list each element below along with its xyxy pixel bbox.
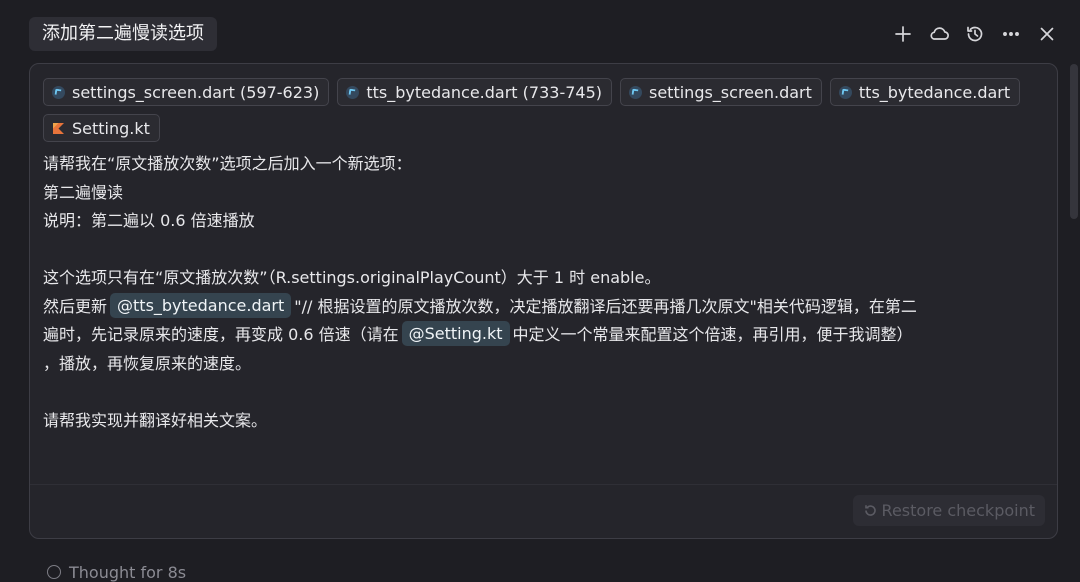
thought-indicator[interactable]: Thought for 8s bbox=[47, 562, 186, 582]
text-segment: "// 根据设置的原文播放次数，决定播放翻译后还要再播几次原文"相关代码逻辑，在… bbox=[294, 296, 917, 316]
dart-icon bbox=[629, 85, 642, 99]
close-icon[interactable] bbox=[1036, 21, 1058, 47]
kotlin-icon bbox=[53, 122, 64, 134]
chat-title[interactable]: 添加第二遍慢读选项 bbox=[29, 17, 217, 51]
dart-icon bbox=[838, 85, 852, 99]
dart-icon bbox=[52, 85, 65, 99]
text-segment: 遍时，先记录原来的速度，再变成 0.6 倍速（请在 bbox=[43, 325, 399, 344]
chip-label: tts_bytedance.dart bbox=[858, 82, 1011, 102]
message-line: 第二遍慢读 bbox=[43, 182, 124, 202]
restore-label: Restore checkpoint bbox=[881, 501, 1035, 520]
context-chip[interactable]: tts_bytedance.dart (733-745) bbox=[337, 78, 612, 106]
restore-icon bbox=[864, 505, 876, 516]
message-line: 请帮我在“原文播放次数”选项之后加入一个新选项： bbox=[43, 154, 412, 173]
restore-checkpoint-button[interactable]: Restore checkpoint bbox=[852, 495, 1045, 526]
chip-label: settings_screen.dart bbox=[649, 82, 812, 102]
chip-label: Setting.kt bbox=[72, 118, 150, 138]
new-chat-icon[interactable] bbox=[892, 21, 914, 47]
text-segment: 中定义一个常量来配置这个倍速，再引用，便于我调整） bbox=[512, 325, 913, 344]
user-message-card[interactable]: settings_screen.dart (597-623) tts_byted… bbox=[29, 63, 1058, 539]
context-chips: settings_screen.dart (597-623) tts_byted… bbox=[43, 78, 1053, 142]
file-mention[interactable]: @tts_bytedance.dart bbox=[110, 292, 292, 318]
chip-label: tts_bytedance.dart (733-745) bbox=[366, 82, 602, 102]
more-icon[interactable] bbox=[1000, 21, 1022, 47]
text-segment: 然后更新 bbox=[43, 296, 108, 316]
message-line: ，播放，再恢复原来的速度。 bbox=[43, 353, 252, 373]
file-mention[interactable]: @Setting.kt bbox=[401, 321, 510, 346]
divider bbox=[30, 484, 1057, 485]
brain-icon bbox=[47, 565, 61, 579]
context-chip[interactable]: settings_screen.dart (597-623) bbox=[43, 78, 330, 106]
chip-label: settings_screen.dart (597-623) bbox=[72, 82, 320, 102]
history-icon[interactable] bbox=[964, 21, 986, 47]
message-line: 然后更新 @tts_bytedance.dart "// 根据设置的原文播放次数，决… bbox=[43, 292, 1043, 322]
cloud-icon[interactable] bbox=[928, 21, 950, 47]
message-line: 遍时，先记录原来的速度，再变成 0.6 倍速（请在 @Setting.kt 中定义一… bbox=[43, 321, 1043, 350]
context-chip[interactable]: settings_screen.dart bbox=[620, 78, 822, 106]
header-actions bbox=[892, 20, 1058, 48]
message-line: 这个选项只有在“原文播放次数”（R.settings.originalPlayC… bbox=[43, 268, 661, 287]
message-line: 说明：第二遍以 0.6 倍速播放 bbox=[43, 211, 255, 230]
context-chip[interactable]: Setting.kt bbox=[43, 114, 160, 142]
context-chip[interactable]: tts_bytedance.dart bbox=[829, 78, 1021, 106]
message-text: 请帮我在“原文播放次数”选项之后加入一个新选项： 第二遍慢读 说明：第二遍以 0… bbox=[43, 150, 1043, 435]
thought-label: Thought for 8s bbox=[69, 562, 187, 582]
dart-icon bbox=[346, 85, 360, 99]
scrollbar[interactable] bbox=[1070, 64, 1078, 219]
chat-header: 添加第二遍慢读选项 bbox=[0, 0, 1080, 66]
message-line: 请帮我实现并翻译好相关文案。 bbox=[43, 410, 268, 430]
